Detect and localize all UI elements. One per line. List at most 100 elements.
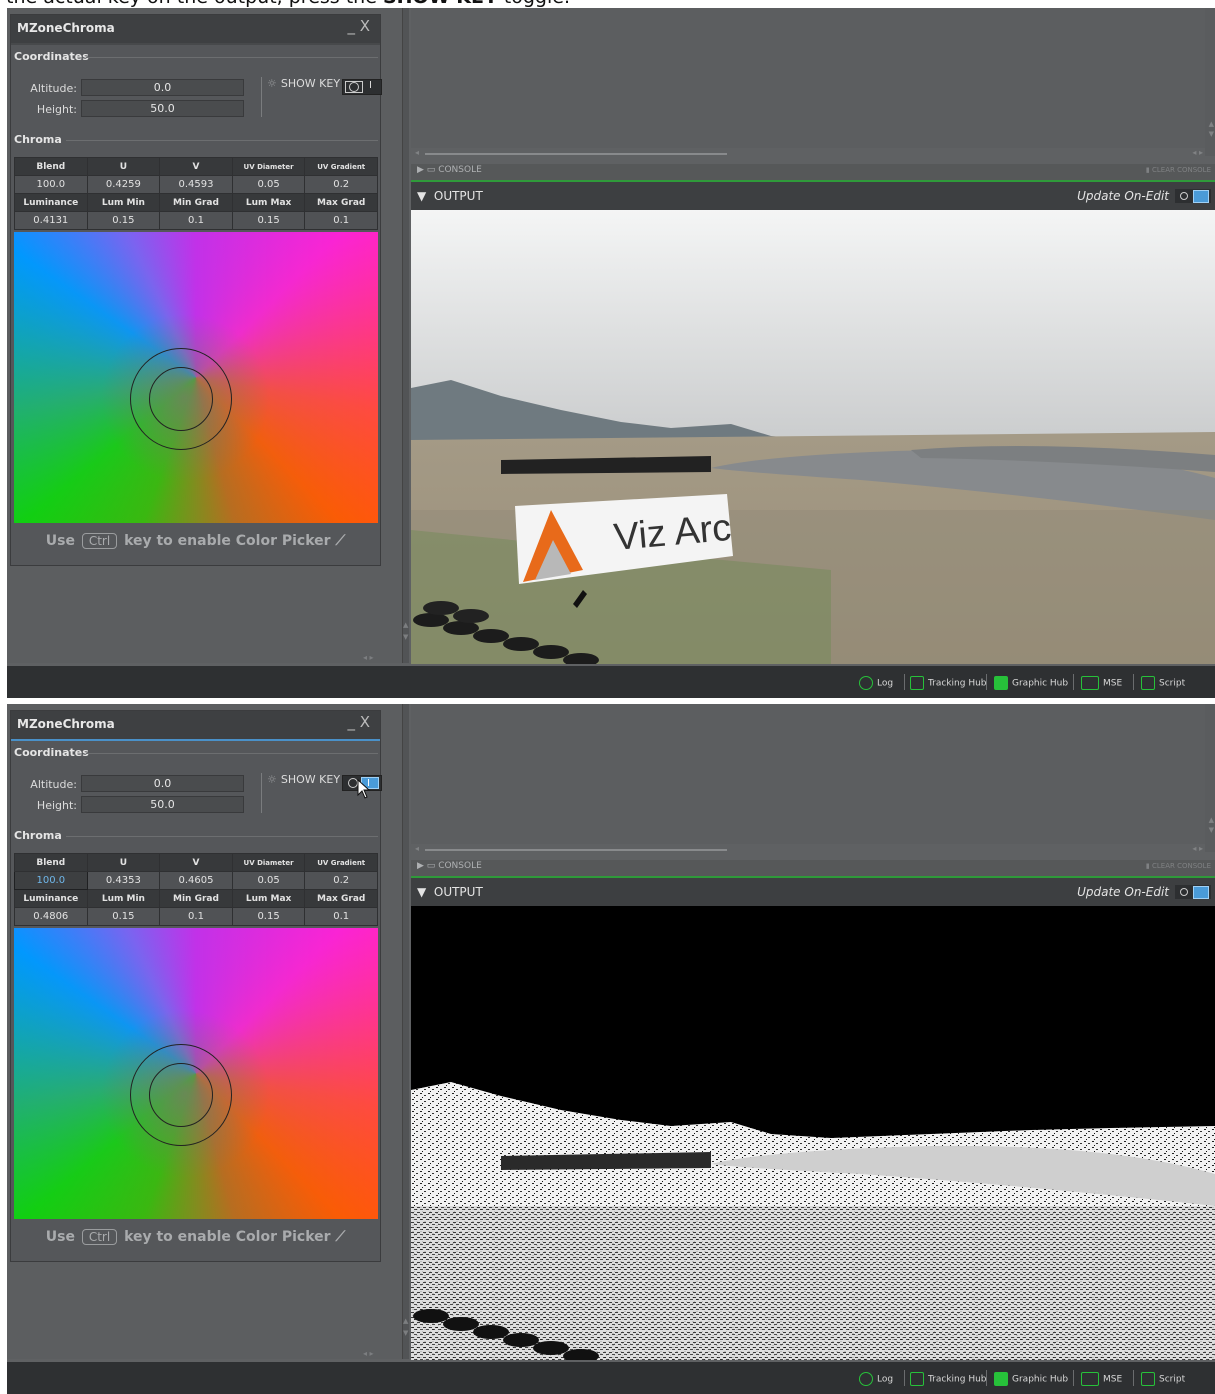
uv-inner-ring[interactable] bbox=[149, 367, 213, 431]
tracking-hub-button[interactable]: Tracking Hub bbox=[910, 676, 987, 690]
header-v: V bbox=[159, 157, 233, 176]
uv-diameter-field[interactable]: 0.05 bbox=[231, 175, 306, 194]
horizontal-scroll-arrows[interactable]: ◂ ▸ bbox=[363, 653, 374, 662]
panel-titlebar[interactable]: MZoneChroma _ X bbox=[11, 711, 380, 741]
horizontal-scrollbar[interactable]: ◂ ◂ ▸ bbox=[411, 844, 1215, 855]
script-icon bbox=[1141, 1372, 1155, 1386]
scroll-left-arrow-icon[interactable]: ◂ bbox=[415, 844, 419, 853]
uv-gradient-field[interactable]: 0.2 bbox=[304, 871, 378, 890]
scroll-thumb[interactable] bbox=[425, 849, 727, 851]
color-picker-hint: Use Ctrl key to enable Color Picker ⟋ bbox=[11, 1229, 380, 1245]
luminance-field[interactable]: 0.4806 bbox=[14, 907, 88, 926]
console-label: CONSOLE bbox=[438, 165, 482, 175]
uv-inner-ring[interactable] bbox=[149, 1063, 213, 1127]
graphic-hub-button[interactable]: Graphic Hub bbox=[994, 676, 1068, 690]
scroll-up-arrow-icon[interactable]: ▲ bbox=[403, 1318, 408, 1325]
header-uv-diameter: UV Diameter bbox=[231, 157, 306, 176]
update-on-edit-toggle[interactable] bbox=[1175, 885, 1211, 899]
divider bbox=[66, 836, 378, 837]
header-min-grad: Min Grad bbox=[159, 889, 233, 908]
lum-min-field[interactable]: 0.15 bbox=[86, 211, 161, 230]
graphic-hub-button[interactable]: Graphic Hub bbox=[994, 1372, 1068, 1386]
scroll-down-arrow-icon[interactable]: ▼ bbox=[403, 1330, 408, 1337]
console-bar[interactable]: ▶ ▭ CONSOLE ▮ CLEAR CONSOLE bbox=[411, 164, 1215, 182]
blend-field[interactable]: 100.0 bbox=[14, 871, 88, 890]
lum-max-field[interactable]: 0.15 bbox=[231, 907, 306, 926]
v-field[interactable]: 0.4605 bbox=[159, 871, 233, 890]
console-toggle[interactable]: ▶ ▭ CONSOLE bbox=[417, 861, 482, 871]
scroll-up-arrow-icon[interactable]: ▲ bbox=[1209, 816, 1214, 824]
height-field[interactable]: 50.0 bbox=[81, 796, 244, 813]
window-controls[interactable]: _ X bbox=[347, 17, 370, 35]
log-icon bbox=[859, 1372, 873, 1386]
off-circle-icon bbox=[349, 82, 359, 92]
output-viewport[interactable] bbox=[411, 906, 1215, 1360]
lum-max-field[interactable]: 0.15 bbox=[231, 211, 306, 230]
divider bbox=[1133, 1370, 1134, 1386]
mse-button[interactable]: MSE bbox=[1081, 1372, 1122, 1386]
output-header: ▼ OUTPUT Update On-Edit bbox=[411, 878, 1215, 906]
u-field[interactable]: 0.4259 bbox=[86, 175, 161, 194]
update-on-edit-toggle[interactable] bbox=[1175, 189, 1211, 203]
horizontal-scrollbar[interactable]: ◂ ◂ ▸ bbox=[411, 148, 1215, 159]
divider bbox=[986, 674, 987, 690]
scroll-down-arrow-icon[interactable]: ▼ bbox=[1209, 130, 1214, 138]
console-toggle[interactable]: ▶ ▭ CONSOLE bbox=[417, 165, 482, 175]
chroma-table: Blend U V UV Diameter UV Gradient 100.0 … bbox=[14, 157, 378, 230]
panel-titlebar[interactable]: MZoneChroma _ X bbox=[11, 15, 380, 45]
log-label: Log bbox=[877, 1374, 894, 1385]
scroll-right-arrow-icon[interactable]: ◂ ▸ bbox=[1192, 844, 1203, 853]
u-field[interactable]: 0.4353 bbox=[86, 871, 161, 890]
lum-min-field[interactable]: 0.15 bbox=[86, 907, 161, 926]
divider bbox=[1073, 674, 1074, 690]
tracking-hub-label: Tracking Hub bbox=[928, 678, 987, 689]
scroll-up-arrow-icon[interactable]: ▲ bbox=[1209, 120, 1214, 128]
uv-diameter-field[interactable]: 0.05 bbox=[231, 871, 306, 890]
console-bar[interactable]: ▶ ▭ CONSOLE ▮ CLEAR CONSOLE bbox=[411, 860, 1215, 878]
header-luminance: Luminance bbox=[14, 889, 88, 908]
min-grad-field[interactable]: 0.1 bbox=[159, 907, 233, 926]
dock-splitter[interactable]: ▲ ▼ bbox=[402, 8, 409, 663]
window-controls[interactable]: _ X bbox=[347, 713, 370, 731]
eyedropper-icon: ⟋ bbox=[335, 1229, 346, 1245]
altitude-field[interactable]: 0.0 bbox=[81, 775, 244, 792]
script-button[interactable]: Script bbox=[1141, 1372, 1185, 1386]
scroll-down-arrow-icon[interactable]: ▼ bbox=[1209, 826, 1214, 834]
header-blend: Blend bbox=[14, 157, 88, 176]
scroll-left-arrow-icon[interactable]: ◂ bbox=[415, 148, 419, 157]
max-grad-field[interactable]: 0.1 bbox=[304, 211, 378, 230]
v-field[interactable]: 0.4593 bbox=[159, 175, 233, 194]
scroll-thumb[interactable] bbox=[425, 153, 727, 155]
log-button[interactable]: Log bbox=[859, 1372, 893, 1386]
luminance-field[interactable]: 0.4131 bbox=[14, 211, 88, 230]
tracking-hub-button[interactable]: Tracking Hub bbox=[910, 1372, 987, 1386]
uv-color-plane[interactable] bbox=[14, 928, 378, 1219]
scroll-down-arrow-icon[interactable]: ▼ bbox=[403, 634, 408, 641]
log-icon bbox=[859, 676, 873, 690]
show-key-toggle[interactable]: I bbox=[342, 79, 382, 95]
blend-field[interactable]: 100.0 bbox=[14, 175, 88, 194]
dock-splitter[interactable]: ▲ ▼ bbox=[402, 704, 409, 1359]
output-toggle[interactable]: ▼ OUTPUT bbox=[417, 189, 483, 203]
output-viewport[interactable]: Viz Arc bbox=[411, 210, 1215, 664]
output-toggle[interactable]: ▼ OUTPUT bbox=[417, 885, 483, 899]
log-button[interactable]: Log bbox=[859, 676, 893, 690]
min-grad-field[interactable]: 0.1 bbox=[159, 211, 233, 230]
script-label: Script bbox=[1159, 678, 1186, 689]
scroll-right-arrow-icon[interactable]: ◂ ▸ bbox=[1192, 148, 1203, 157]
clear-console-button[interactable]: ▮ CLEAR CONSOLE bbox=[1146, 862, 1211, 870]
tracking-hub-icon bbox=[910, 1372, 924, 1386]
horizontal-scroll-arrows[interactable]: ◂ ▸ bbox=[363, 1349, 374, 1358]
vertical-scrollbar[interactable]: ▲ ▼ bbox=[1205, 8, 1215, 156]
uv-gradient-field[interactable]: 0.2 bbox=[304, 175, 378, 194]
collapse-arrow-icon: ▼ bbox=[417, 885, 427, 899]
max-grad-field[interactable]: 0.1 bbox=[304, 907, 378, 926]
vertical-scrollbar[interactable]: ▲ ▼ bbox=[1205, 704, 1215, 852]
script-button[interactable]: Script bbox=[1141, 676, 1185, 690]
mse-button[interactable]: MSE bbox=[1081, 676, 1122, 690]
scroll-up-arrow-icon[interactable]: ▲ bbox=[403, 622, 408, 629]
height-field[interactable]: 50.0 bbox=[81, 100, 244, 117]
altitude-field[interactable]: 0.0 bbox=[81, 79, 244, 96]
clear-console-button[interactable]: ▮ CLEAR CONSOLE bbox=[1146, 166, 1211, 174]
uv-color-plane[interactable] bbox=[14, 232, 378, 523]
